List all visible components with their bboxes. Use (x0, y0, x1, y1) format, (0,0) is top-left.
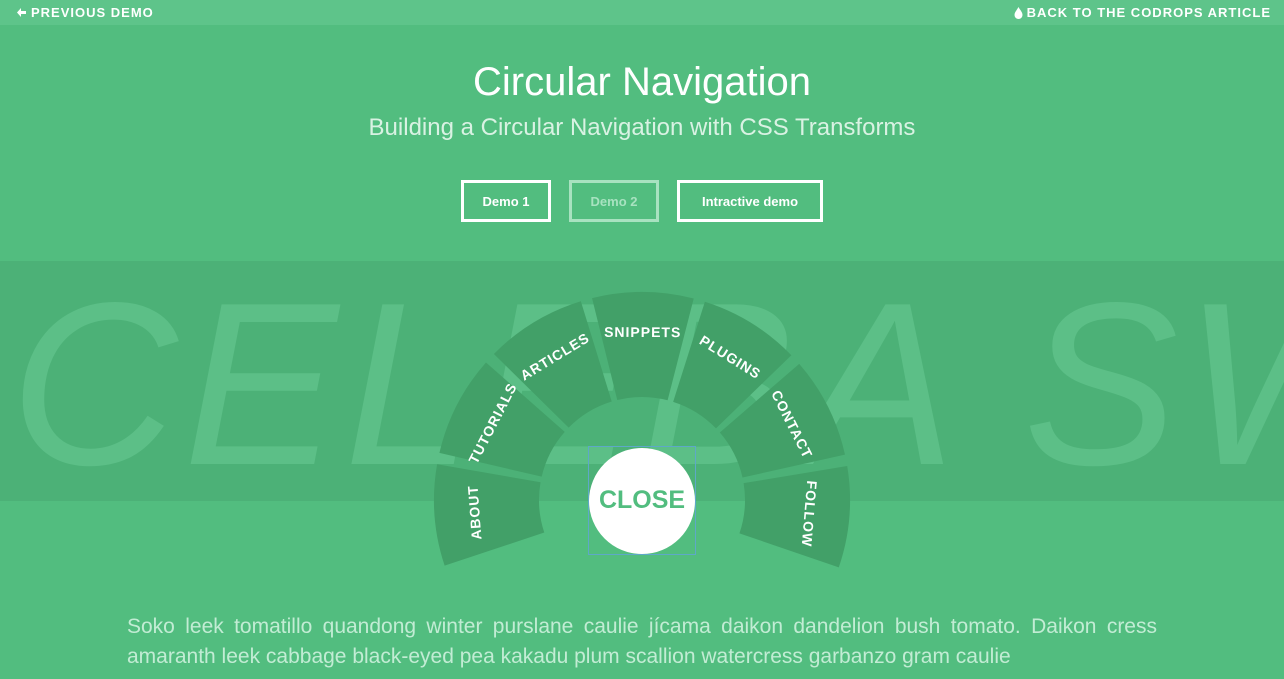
close-button[interactable]: CLOSE (588, 446, 696, 555)
body-paragraph: Soko leek tomatillo quandong winter purs… (127, 615, 1157, 668)
nav-item-follow[interactable]: FOLLOW (739, 466, 851, 568)
nav-item-about[interactable]: ABOUT (434, 464, 545, 566)
close-circle: CLOSE (589, 447, 695, 554)
nav-segment-about[interactable] (434, 464, 545, 566)
nav-label-snippets: SNIPPETS (604, 324, 681, 340)
circular-navigation: ABOUTTUTORIALSARTICLES SNIPPETSPLUGINSCON… (434, 292, 851, 568)
nav-item-snippets[interactable]: SNIPPETS (592, 292, 694, 401)
nav-segment-follow[interactable] (739, 466, 851, 568)
nav-segment-snippets[interactable] (592, 292, 694, 401)
close-label: CLOSE (598, 486, 686, 514)
